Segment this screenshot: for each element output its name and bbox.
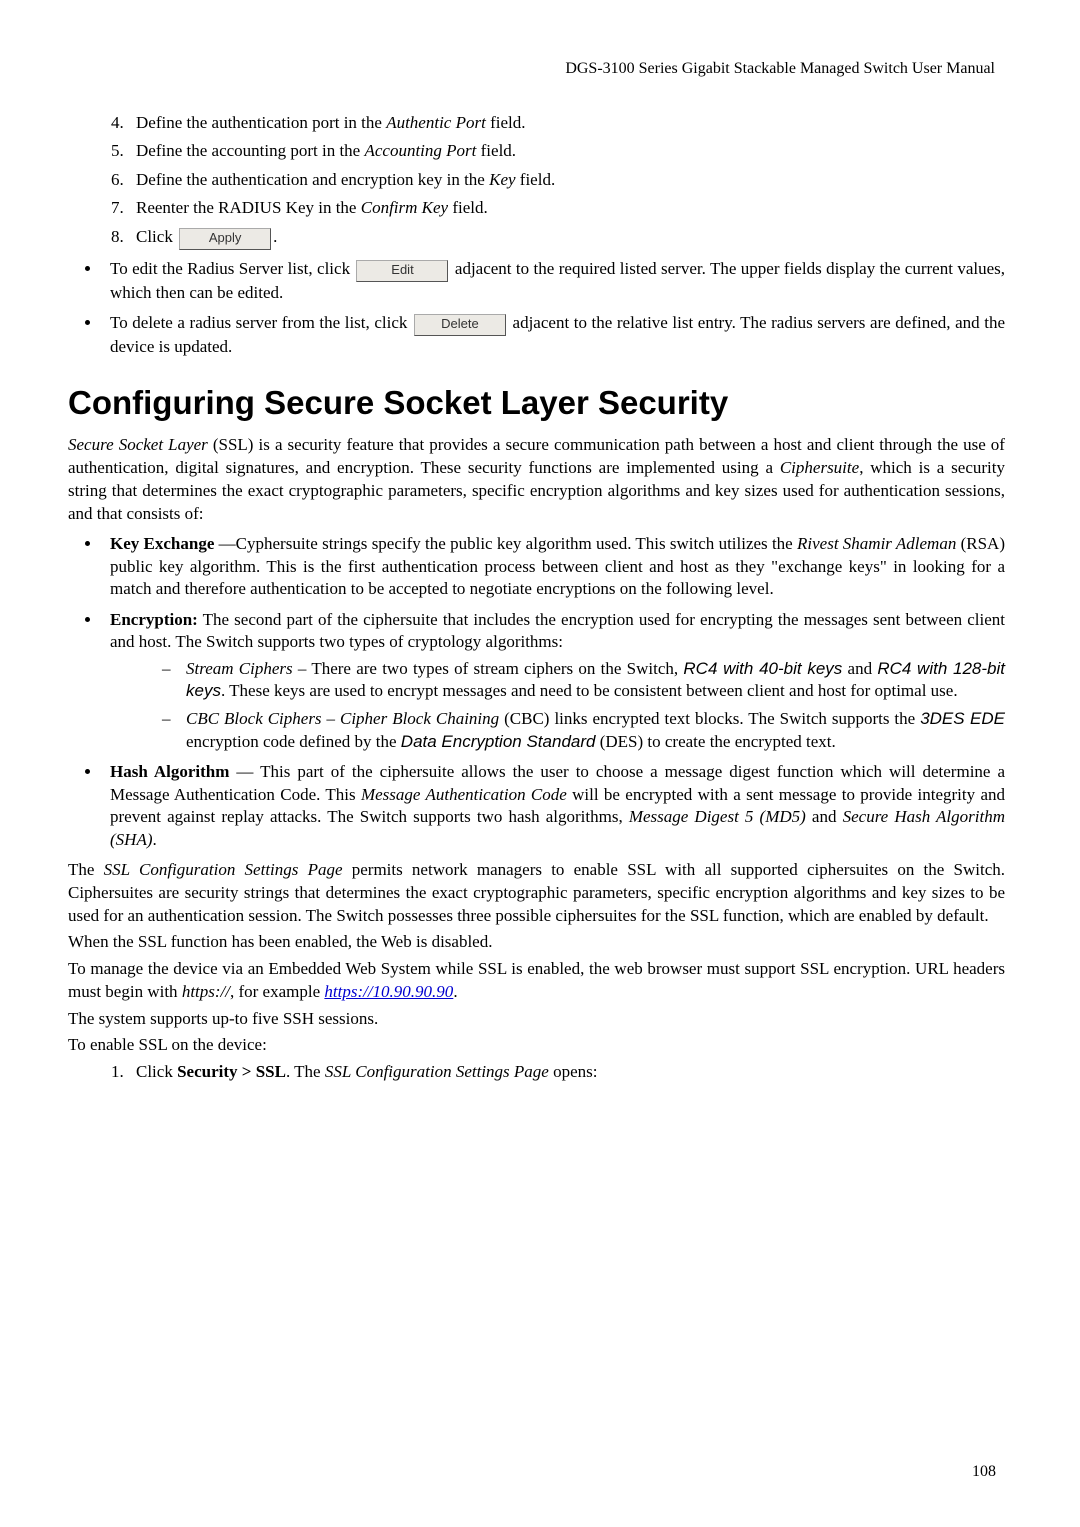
text: and: [842, 659, 877, 678]
term: Encryption:: [110, 610, 198, 629]
text: —Cyphersuite strings specify the public …: [219, 534, 797, 553]
manual-page: DGS-3100 Series Gigabit Stackable Manage…: [0, 0, 1080, 1527]
field-name: Confirm Key: [361, 198, 448, 217]
list-item: Define the accounting port in the Accoun…: [128, 140, 1005, 162]
field-name: Key: [489, 170, 515, 189]
term: Ciphersuite: [780, 458, 859, 477]
term: Stream Ciphers: [186, 659, 293, 678]
radius-steps: Define the authentication port in the Au…: [68, 112, 1005, 250]
text: field.: [486, 113, 526, 132]
ciphersuite-parts: Key Exchange —Cyphersuite strings specif…: [68, 533, 1005, 851]
text: . These keys are used to encrypt message…: [221, 681, 958, 700]
text: .: [152, 830, 156, 849]
term: Message Authentication Code: [361, 785, 567, 804]
term: CBC Block Ciphers – Cipher Block Chainin…: [186, 709, 499, 728]
list-item: Define the authentication and encryption…: [128, 169, 1005, 191]
ssh-sessions-note: The system supports up-to five SSH sessi…: [68, 1008, 1005, 1031]
menu-path: Security > SSL: [177, 1062, 286, 1081]
text: opens:: [549, 1062, 598, 1081]
text: Click: [136, 227, 177, 246]
field-name: Authentic Port: [386, 113, 486, 132]
cipher-algorithms: Stream Ciphers – There are two types of …: [110, 658, 1005, 754]
term: Data Encryption Standard: [401, 732, 596, 751]
list-item: To delete a radius server from the list,…: [102, 312, 1005, 358]
list-item: Define the authentication port in the Au…: [128, 112, 1005, 134]
apply-button[interactable]: Apply: [179, 228, 271, 250]
text: Define the authentication and encryption…: [136, 170, 489, 189]
term: Rivest Shamir Adleman: [797, 534, 956, 553]
example-url-link[interactable]: https://10.90.90.90: [324, 982, 453, 1001]
text: field.: [448, 198, 488, 217]
text: To delete a radius server from the list,…: [110, 313, 412, 332]
field-name: Accounting Port: [364, 141, 476, 160]
text: Define the accounting port in the: [136, 141, 364, 160]
text: . The: [286, 1062, 325, 1081]
text: (CBC) links encrypted text blocks. The S…: [499, 709, 920, 728]
term: Secure Socket Layer: [68, 435, 208, 454]
term: Key Exchange: [110, 534, 219, 553]
text: and: [806, 807, 843, 826]
term: 3DES EDE: [920, 709, 1005, 728]
edit-button[interactable]: Edit: [356, 260, 448, 282]
text: Define the authentication port in the: [136, 113, 386, 132]
text: – There are two types of stream ciphers …: [293, 659, 684, 678]
text: The: [68, 860, 104, 879]
list-item: Click Apply.: [128, 226, 1005, 250]
enable-ssl-steps: Click Security > SSL. The SSL Configurat…: [68, 1061, 1005, 1083]
text: field.: [516, 170, 556, 189]
page-name: SSL Configuration Settings Page: [104, 860, 343, 879]
list-item: Click Security > SSL. The SSL Configurat…: [128, 1061, 1005, 1083]
text: .: [273, 227, 277, 246]
text: field.: [476, 141, 516, 160]
term: RC4 with 40-bit keys: [683, 659, 842, 678]
radius-notes: To edit the Radius Server list, click Ed…: [68, 258, 1005, 359]
ssl-config-page-desc: The SSL Configuration Settings Page perm…: [68, 859, 1005, 927]
list-item: CBC Block Ciphers – Cipher Block Chainin…: [162, 708, 1005, 753]
enable-ssl-intro: To enable SSL on the device:: [68, 1034, 1005, 1057]
ssl-intro: Secure Socket Layer (SSL) is a security …: [68, 434, 1005, 525]
text: .: [453, 982, 457, 1001]
list-item: Reenter the RADIUS Key in the Confirm Ke…: [128, 197, 1005, 219]
text: The second part of the ciphersuite that …: [110, 610, 1005, 651]
delete-button[interactable]: Delete: [414, 314, 506, 336]
header-runner: DGS-3100 Series Gigabit Stackable Manage…: [68, 60, 1005, 78]
page-name: SSL Configuration Settings Page: [325, 1062, 549, 1081]
term: https://: [182, 982, 230, 1001]
text: , for example: [230, 982, 324, 1001]
list-item: Hash Algorithm — This part of the cipher…: [102, 761, 1005, 851]
text: encryption code defined by the: [186, 732, 401, 751]
list-item: Stream Ciphers – There are two types of …: [162, 658, 1005, 703]
list-item: Encryption: The second part of the ciphe…: [102, 609, 1005, 754]
text: Click: [136, 1062, 177, 1081]
section-heading: Configuring Secure Socket Layer Security: [68, 384, 1005, 422]
page-number: 108: [972, 1463, 996, 1481]
text: Reenter the RADIUS Key in the: [136, 198, 361, 217]
text: (DES) to create the encrypted text.: [595, 732, 835, 751]
web-disabled-note: When the SSL function has been enabled, …: [68, 931, 1005, 954]
term: Message Digest 5 (MD5): [629, 807, 806, 826]
list-item: To edit the Radius Server list, click Ed…: [102, 258, 1005, 304]
term: Hash Algorithm: [110, 762, 236, 781]
embedded-web-note: To manage the device via an Embedded Web…: [68, 958, 1005, 1004]
list-item: Key Exchange —Cyphersuite strings specif…: [102, 533, 1005, 600]
text: To edit the Radius Server list, click: [110, 259, 354, 278]
